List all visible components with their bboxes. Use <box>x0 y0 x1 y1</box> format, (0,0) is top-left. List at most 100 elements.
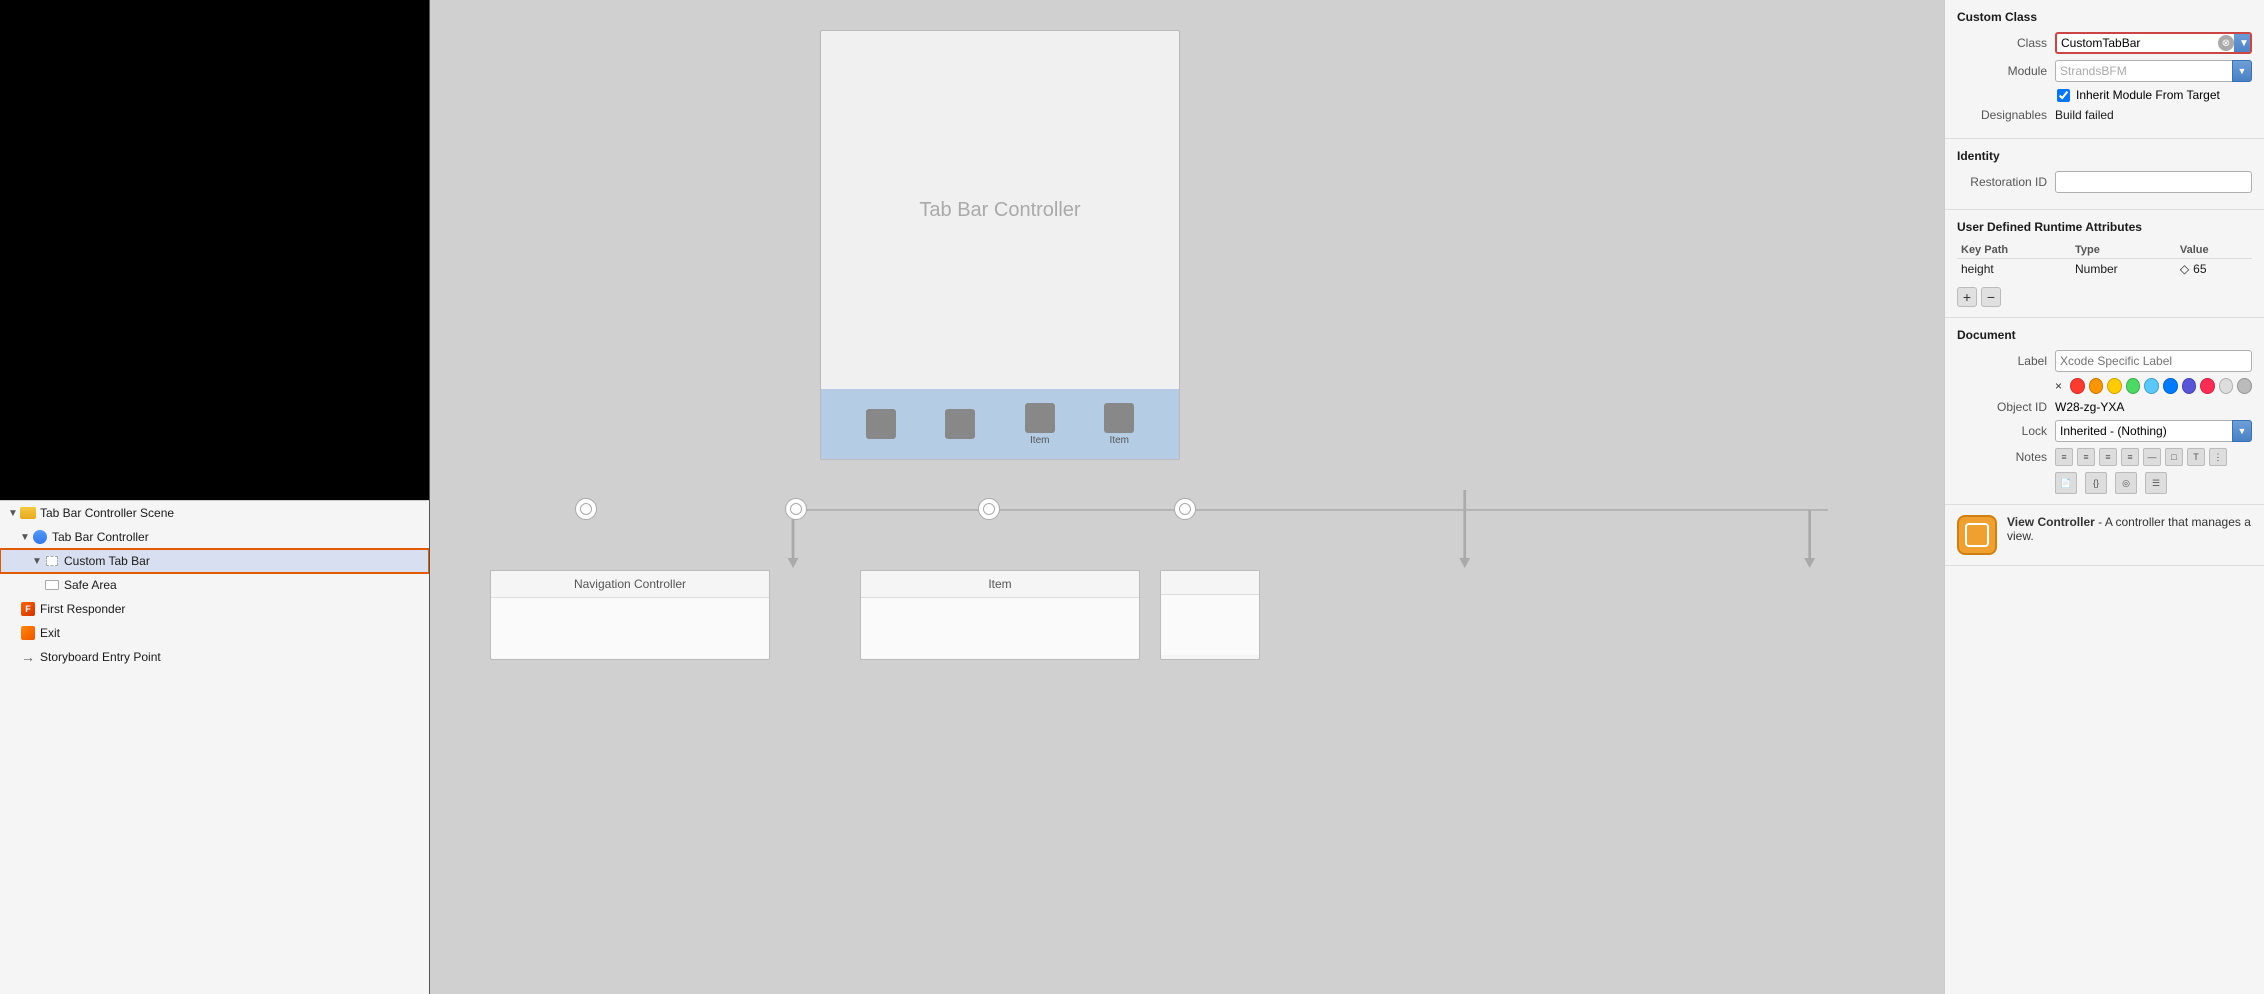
orange-square-icon: F <box>20 601 36 617</box>
color-light-blue[interactable] <box>2144 378 2159 394</box>
connector-circle-3 <box>978 498 1000 520</box>
object-id-label: Object ID <box>1957 400 2047 414</box>
target-icon[interactable]: ◎ <box>2115 472 2137 494</box>
row-type: Number <box>2071 259 2176 280</box>
restoration-id-field[interactable] <box>2055 171 2252 193</box>
note-icon-align-right[interactable]: ≡ <box>2099 448 2117 466</box>
sidebar-item-exit[interactable]: Exit <box>0 621 429 645</box>
expand-triangle-icon-2[interactable]: ▼ <box>20 532 30 542</box>
scene-navigator: ▼ Tab Bar Controller Scene ▼ Tab Bar Con… <box>0 500 429 994</box>
right-panel: Custom Class Class ⊗ ▼ Module StrandsBFM… <box>1944 0 2264 994</box>
vc-title: View Controller <box>2007 515 2095 529</box>
sidebar-item-first-responder[interactable]: F First Responder <box>0 597 429 621</box>
class-input[interactable] <box>2057 36 2216 50</box>
notes-row: Notes ≡ ≡ ≡ ≡ — □ T ⋮ <box>1957 448 2252 466</box>
class-clear-button[interactable]: ⊗ <box>2218 35 2234 51</box>
tab-item-1 <box>866 409 896 439</box>
sidebar-item-tab-bar-controller[interactable]: ▼ Tab Bar Controller <box>0 525 429 549</box>
color-x-button[interactable]: × <box>2055 379 2062 393</box>
module-row: Module StrandsBFM ▼ <box>1957 60 2252 82</box>
doc-icon[interactable]: 📄 <box>2055 472 2077 494</box>
module-dropdown[interactable]: StrandsBFM ▼ <box>2055 60 2252 82</box>
color-yellow[interactable] <box>2107 378 2122 394</box>
class-dropdown-button[interactable]: ▼ <box>2234 32 2252 54</box>
tab-bar-item-label-3: Item <box>1030 435 1049 446</box>
tab-bar-controller-frame: Tab Bar Controller Item Item <box>820 30 1180 490</box>
label-label: Label <box>1957 354 2047 368</box>
color-light-gray[interactable] <box>2219 378 2234 394</box>
code-icon[interactable]: {} <box>2085 472 2107 494</box>
custom-class-section: Custom Class Class ⊗ ▼ Module StrandsBFM… <box>1945 0 2264 139</box>
color-blue[interactable] <box>2163 378 2178 394</box>
tab-bar-item-icon-3 <box>1025 403 1055 433</box>
folder-icon <box>20 505 36 521</box>
tab-bar: Item Item <box>821 389 1179 459</box>
sidebar-item-label-2: Tab Bar Controller <box>52 530 149 544</box>
tab-item-4: Item <box>1104 403 1134 446</box>
note-icon-align-justify[interactable]: ≡ <box>2121 448 2139 466</box>
canvas-area[interactable]: Tab Bar Controller Item Item <box>430 0 1944 994</box>
color-gray[interactable] <box>2237 378 2252 394</box>
note-icon-align-center[interactable]: ≡ <box>2077 448 2095 466</box>
sidebar-item-storyboard-entry-point[interactable]: → Storyboard Entry Point <box>0 645 429 669</box>
sidebar-item-custom-tab-bar[interactable]: ▼ Custom Tab Bar <box>0 549 429 573</box>
bottom-icons-row: 📄 {} ◎ ☰ <box>1957 472 2252 494</box>
view-controller-text: View Controller - A controller that mana… <box>2007 515 2252 543</box>
label-row: Label <box>1957 350 2252 372</box>
note-icon-align-left[interactable]: ≡ <box>2055 448 2073 466</box>
color-pink[interactable] <box>2200 378 2215 394</box>
designables-label: Designables <box>1957 108 2047 122</box>
sidebar-item-label: Tab Bar Controller Scene <box>40 506 174 520</box>
note-icon-box[interactable]: □ <box>2165 448 2183 466</box>
stepper-icon: ◇ <box>2180 262 2189 276</box>
inherit-module-checkbox[interactable] <box>2057 89 2070 102</box>
table-row[interactable]: height Number ◇ 65 <box>1957 259 2252 280</box>
identity-section: Identity Restoration ID <box>1945 139 2264 210</box>
note-icon-dash[interactable]: — <box>2143 448 2161 466</box>
lock-row: Lock Inherited - (Nothing) ▼ <box>1957 420 2252 442</box>
note-icon-text[interactable]: T <box>2187 448 2205 466</box>
canvas-preview <box>0 0 429 500</box>
sidebar-item-label-7: Storyboard Entry Point <box>40 650 161 664</box>
remove-attribute-button[interactable]: − <box>1981 287 2001 307</box>
module-dropdown-arrow[interactable]: ▼ <box>2232 60 2252 82</box>
sidebar-item-scene-header[interactable]: ▼ Tab Bar Controller Scene <box>0 501 429 525</box>
color-purple[interactable] <box>2182 378 2197 394</box>
row-keypath: height <box>1957 259 2071 280</box>
dotted-rect-icon <box>44 553 60 569</box>
sidebar-item-safe-area[interactable]: Safe Area <box>0 573 429 597</box>
expand-triangle-icon[interactable]: ▼ <box>8 508 18 518</box>
list-icon[interactable]: ☰ <box>2145 472 2167 494</box>
navigation-controller-label: Navigation Controller <box>491 571 769 598</box>
inherit-checkbox-row: Inherit Module From Target <box>1957 88 2252 102</box>
orange-rect-icon <box>20 625 36 641</box>
label-input[interactable] <box>2060 354 2247 368</box>
center-panel: Tab Bar Controller Item Item <box>430 0 1944 994</box>
note-icon-list[interactable]: ⋮ <box>2209 448 2227 466</box>
color-orange[interactable] <box>2089 378 2104 394</box>
left-panel: ▼ Tab Bar Controller Scene ▼ Tab Bar Con… <box>0 0 430 994</box>
tab-bar-controller-label: Tab Bar Controller <box>821 31 1179 389</box>
expand-triangle-icon-3[interactable]: ▼ <box>32 556 42 566</box>
vc-icon-inner <box>1965 523 1989 547</box>
document-section: Document Label × Object ID W28-zg-YXA <box>1945 318 2264 505</box>
label-field[interactable] <box>2055 350 2252 372</box>
color-green[interactable] <box>2126 378 2141 394</box>
lock-dropdown-value: Inherited - (Nothing) <box>2055 420 2232 442</box>
add-attribute-button[interactable]: + <box>1957 287 1977 307</box>
sidebar-item-label-3: Custom Tab Bar <box>64 554 150 568</box>
class-row: Class ⊗ ▼ <box>1957 32 2252 54</box>
sidebar-item-label-6: Exit <box>40 626 60 640</box>
white-rect-icon <box>44 577 60 593</box>
lock-dropdown[interactable]: Inherited - (Nothing) ▼ <box>2055 420 2252 442</box>
lock-dropdown-arrow[interactable]: ▼ <box>2232 420 2252 442</box>
item-controller-frame: Item <box>860 570 1140 660</box>
document-header: Document <box>1957 328 2252 342</box>
view-controller-info: View Controller - A controller that mana… <box>1945 505 2264 566</box>
blue-circle-icon <box>32 529 48 545</box>
view-controller-icon <box>1957 515 1997 555</box>
restoration-id-input[interactable] <box>2060 175 2247 189</box>
add-remove-row: + − <box>1957 287 2252 307</box>
navigation-controller-frame: Navigation Controller <box>490 570 770 660</box>
color-red[interactable] <box>2070 378 2085 394</box>
